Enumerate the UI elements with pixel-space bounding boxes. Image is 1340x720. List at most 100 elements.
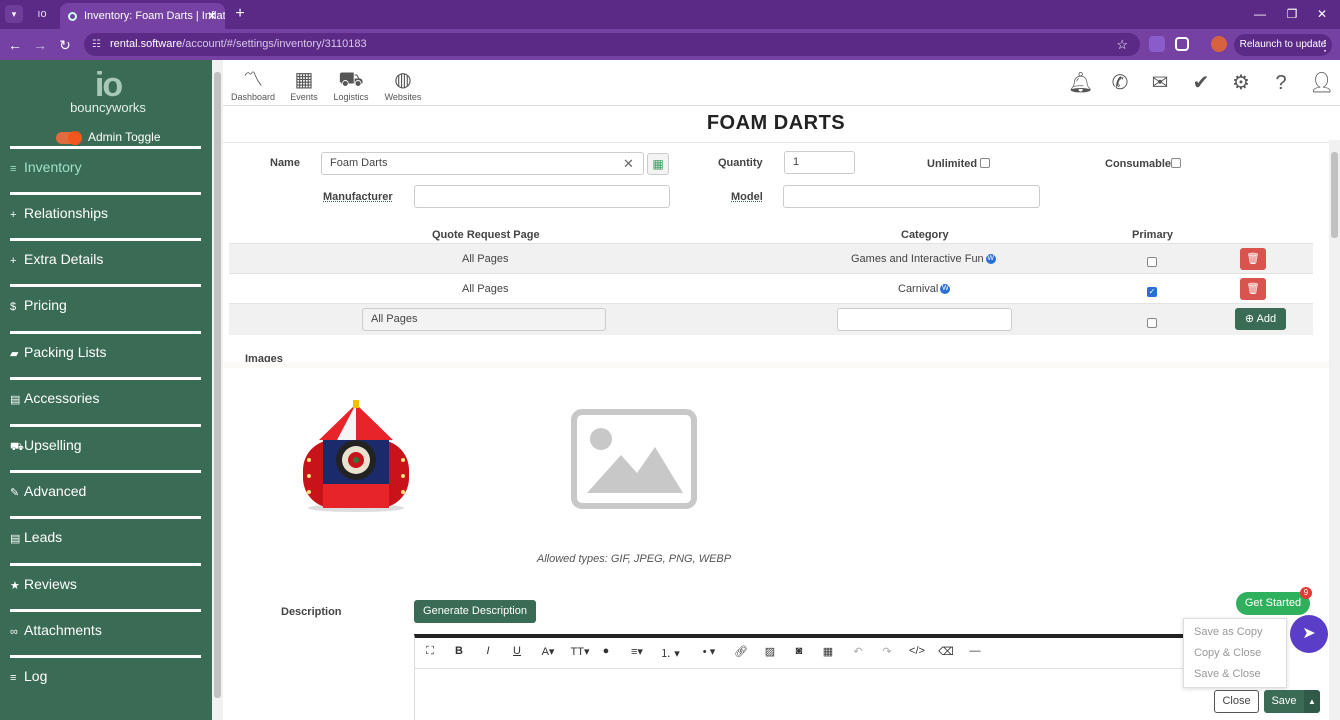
product-image-foam-darts[interactable] [297, 400, 415, 512]
table-row: All Pages Carnival W ✓ 🗑︎ [229, 273, 1313, 303]
consumable-checkbox[interactable] [1171, 158, 1181, 168]
wordpress-icon[interactable]: W [985, 254, 996, 265]
add-category-button[interactable]: ⊕ Add [1235, 308, 1286, 330]
save-button[interactable]: Save [1264, 690, 1304, 713]
quote-page-select[interactable]: All Pages [362, 308, 606, 331]
get-started-button[interactable]: Get Started [1236, 592, 1310, 615]
forward-icon[interactable]: → [30, 35, 50, 55]
sidebar-scrollbar[interactable] [212, 60, 223, 720]
nav-events[interactable]: ▦ Events [279, 68, 329, 102]
sidebar-item-relationships[interactable]: + Relationships [10, 192, 201, 238]
font-size-icon[interactable]: TT▾ [565, 645, 595, 658]
bouncyworks-logo[interactable]: io bouncyworks [68, 68, 148, 115]
image-icon[interactable]: ▨ [759, 645, 781, 658]
nav-websites[interactable]: ◍ Websites [378, 68, 428, 102]
horizontal-rule-icon[interactable]: — [964, 645, 986, 657]
sidebar-item-accessories[interactable]: ▤ Accessories [10, 377, 201, 423]
url-field[interactable]: ☷ rental.software/account/#/settings/inv… [84, 33, 1140, 56]
sidebar-item-pricing[interactable]: $ Pricing [10, 284, 201, 330]
sidebar-item-reviews[interactable]: ★ Reviews [10, 563, 201, 609]
content-scrollbar[interactable] [1329, 140, 1340, 720]
row-page: All Pages [462, 253, 509, 265]
chat-launcher-icon[interactable]: ➤ [1290, 615, 1328, 653]
sidebar-item-leads[interactable]: ▤ Leads [10, 516, 201, 562]
undo-icon[interactable]: ↶ [847, 645, 869, 658]
category-input[interactable] [837, 308, 1012, 331]
close-button[interactable]: Close [1214, 690, 1259, 713]
content-scroll-thumb[interactable] [1331, 152, 1338, 238]
fullscreen-icon[interactable]: ⛶ [419, 645, 441, 658]
color-drop-icon[interactable]: ● [595, 645, 617, 657]
manufacturer-field[interactable] [414, 185, 670, 208]
nav-logistics[interactable]: ⛟ Logistics [326, 68, 376, 102]
name-field[interactable]: Foam Darts [321, 152, 644, 175]
sidebar-item-inventory[interactable]: ≡ Inventory [10, 146, 201, 192]
bell-icon[interactable]: 🔔︎ [1068, 71, 1093, 95]
description-editor[interactable]: ⛶ B I U A▾ TT▾ ● ≡▾ ⒈ ▾ • ▾ 🔗︎ ▨ ◙ ▦ ↶ ↷… [414, 634, 1204, 720]
delete-category-button[interactable]: 🗑︎ [1240, 278, 1266, 300]
browser-menu-icon[interactable]: ⋮ [1318, 35, 1332, 55]
toggle-switch-icon[interactable] [56, 130, 82, 145]
quantity-field[interactable]: 1 [784, 151, 855, 174]
sidebar-item-log[interactable]: ≡ Log [10, 655, 201, 701]
bold-icon[interactable]: B [448, 645, 470, 657]
primary-checkbox[interactable] [1147, 257, 1157, 267]
image-placeholder-icon[interactable] [571, 409, 697, 509]
check-icon[interactable]: ✔ [1189, 71, 1213, 95]
underline-icon[interactable]: U [506, 645, 528, 657]
pinned-tab-icon[interactable]: ıo [30, 4, 54, 24]
sidebar-item-upselling[interactable]: ⛟Upselling [10, 424, 201, 470]
new-primary-checkbox[interactable] [1147, 318, 1157, 328]
minimize-icon[interactable]: — [1248, 4, 1272, 24]
camera-icon[interactable]: ◙ [788, 645, 810, 657]
font-family-icon[interactable]: A▾ [535, 645, 561, 658]
tab-close-icon[interactable]: ✕ [207, 3, 217, 29]
user-icon[interactable]: 👤︎ [1309, 71, 1334, 95]
generate-description-button[interactable]: Generate Description [414, 600, 536, 623]
extension-icon[interactable] [1149, 36, 1165, 52]
italic-icon[interactable]: I [477, 645, 499, 657]
save-dropdown-caret-icon[interactable]: ▲ [1304, 690, 1320, 713]
sidebar-item-advanced[interactable]: ✎ Advanced [10, 470, 201, 516]
gear-icon[interactable]: ⚙ [1229, 71, 1253, 95]
grid-picker-icon[interactable]: ▦ [647, 153, 669, 175]
favicon-icon [68, 12, 77, 21]
phone-icon[interactable]: ✆ [1108, 71, 1132, 95]
nav-dashboard[interactable]: 〽 Dashboard [228, 68, 278, 102]
question-icon[interactable]: ? [1269, 71, 1293, 95]
redo-icon[interactable]: ↷ [876, 645, 898, 658]
site-info-icon[interactable]: ☷ [92, 33, 101, 56]
unordered-list-icon[interactable]: • ▾ [694, 645, 724, 658]
unlimited-checkbox[interactable] [980, 158, 990, 168]
sidebar-scroll-thumb[interactable] [214, 72, 221, 698]
code-view-icon[interactable]: </> [906, 645, 928, 657]
profile-avatar-icon[interactable] [1211, 36, 1227, 52]
clear-name-icon[interactable]: ✕ [623, 153, 634, 175]
new-tab-button[interactable]: + [230, 4, 250, 24]
link-icon[interactable]: 🔗︎ [730, 645, 752, 658]
table-icon[interactable]: ▦ [817, 645, 839, 658]
envelope-icon[interactable]: ✉ [1148, 71, 1172, 95]
bookmark-star-icon[interactable]: ☆ [1116, 33, 1128, 56]
window-close-icon[interactable]: ✕ [1310, 4, 1334, 24]
primary-checkbox[interactable]: ✓ [1147, 287, 1157, 297]
menu-item-copy-close[interactable]: Copy & Close [1194, 647, 1261, 659]
extensions-puzzle-icon[interactable] [1175, 37, 1189, 51]
restore-icon[interactable]: ❐ [1280, 4, 1304, 24]
menu-item-save-close[interactable]: Save & Close [1194, 668, 1261, 680]
sidebar-item-extra-details[interactable]: + Extra Details [10, 238, 201, 284]
back-icon[interactable]: ← [5, 35, 25, 55]
admin-toggle[interactable]: Admin Toggle [56, 130, 161, 145]
align-icon[interactable]: ≡▾ [624, 645, 650, 658]
eraser-icon[interactable]: ⌫ [935, 645, 957, 658]
sidebar-item-attachments[interactable]: ∞ Attachments [10, 609, 201, 655]
sidebar-item-packing-lists[interactable]: ▰ Packing Lists [10, 331, 201, 377]
ordered-list-icon[interactable]: ⒈ ▾ [655, 645, 685, 661]
delete-category-button[interactable]: 🗑︎ [1240, 248, 1266, 270]
model-field[interactable] [783, 185, 1040, 208]
menu-item-save-as-copy[interactable]: Save as Copy [1194, 626, 1262, 638]
browser-tab-active[interactable]: Inventory: Foam Darts | Inflatab ✕ [60, 3, 225, 29]
tab-search-chevron-icon[interactable]: ▾ [5, 5, 23, 23]
wordpress-icon[interactable]: W [940, 284, 951, 295]
reload-icon[interactable]: ↻ [55, 35, 75, 55]
